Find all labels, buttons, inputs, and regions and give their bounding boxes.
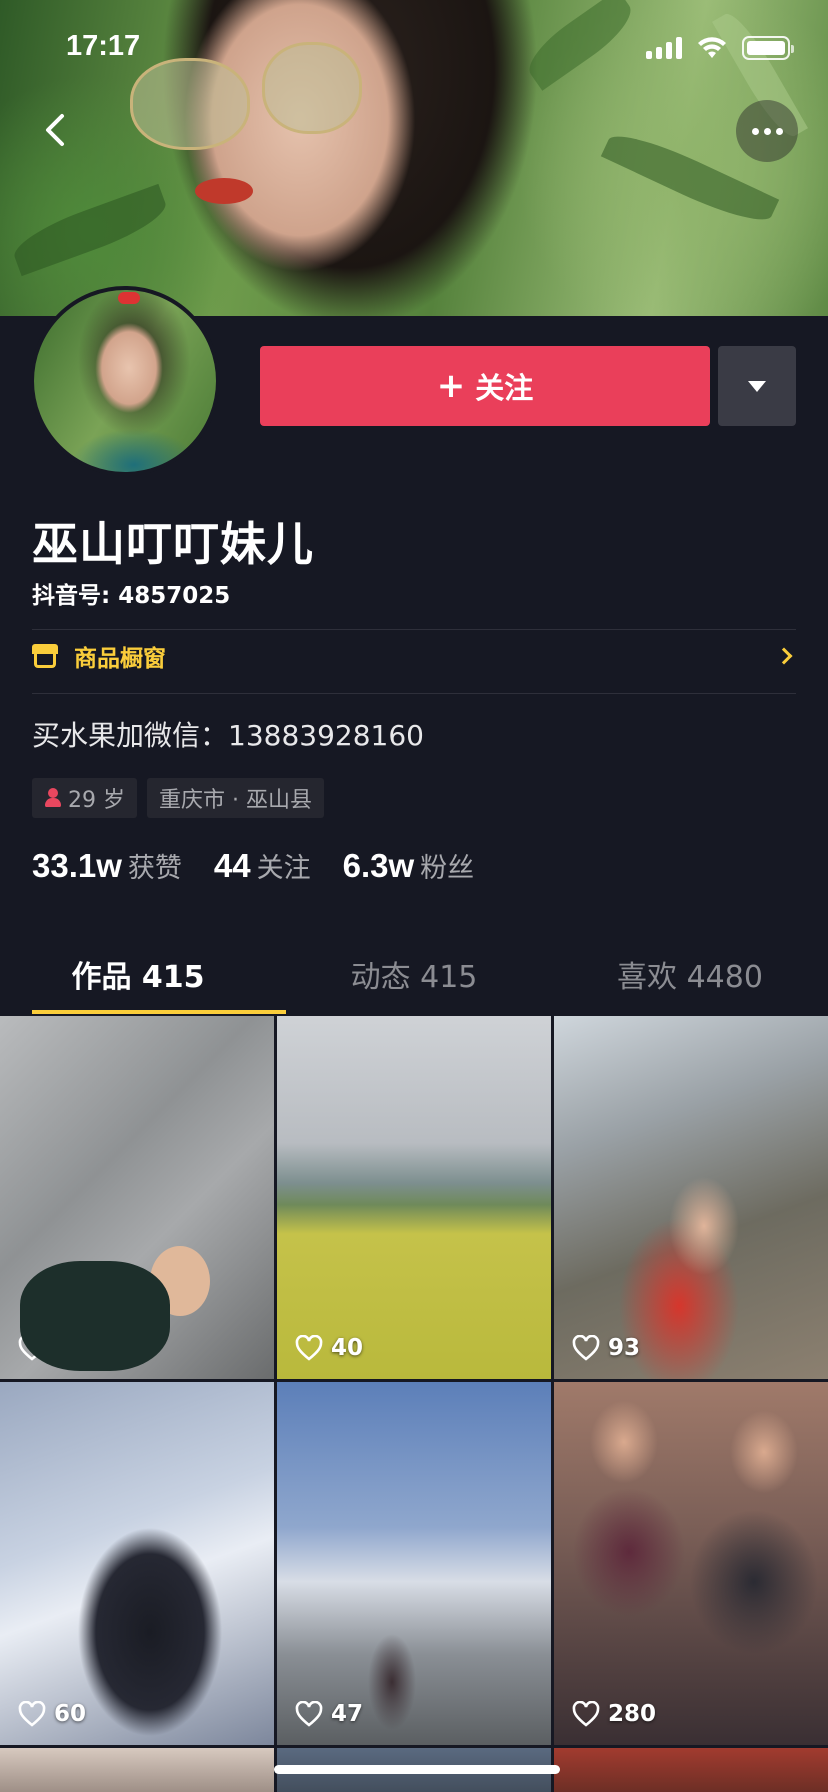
back-button[interactable]: [30, 100, 80, 160]
chevron-left-icon: [46, 114, 64, 146]
profile-section: + 关注 巫山叮叮妹儿 抖音号: 4857025 商品橱窗 买水果加微信：138…: [0, 286, 828, 1016]
like-count: 60: [18, 1701, 86, 1727]
cellular-signal-icon: [646, 37, 682, 59]
more-options-button[interactable]: [736, 100, 798, 162]
video-thumbnail[interactable]: 40: [277, 1016, 551, 1379]
tab-likes[interactable]: 喜欢 4480: [552, 934, 828, 1014]
video-thumbnail[interactable]: 47: [277, 1382, 551, 1745]
store-icon: [32, 644, 58, 668]
recommend-dropdown-button[interactable]: [718, 346, 796, 426]
location-tag: 重庆市 · 巫山县: [147, 778, 324, 818]
profile-stats: 33.1w 获赞 44 关注 6.3w 粉丝: [32, 846, 474, 885]
profile-tabs: 作品 415 动态 415 喜欢 4480: [0, 934, 828, 1014]
like-count: 53: [18, 1335, 86, 1361]
status-time: 17:17: [66, 30, 141, 62]
follow-button[interactable]: + 关注: [260, 346, 710, 426]
profile-name: 巫山叮叮妹儿: [32, 517, 314, 571]
heart-icon: [18, 1335, 46, 1361]
like-count: 93: [572, 1335, 640, 1361]
douyin-id: 抖音号: 4857025: [32, 583, 231, 609]
stat-likes[interactable]: 33.1w 获赞: [32, 846, 182, 885]
shop-label: 商品橱窗: [74, 646, 166, 672]
heart-icon: [572, 1701, 600, 1727]
video-thumbnail[interactable]: [554, 1748, 828, 1792]
profile-cover-image: 17:17: [0, 0, 828, 316]
heart-icon: [295, 1701, 323, 1727]
divider: [32, 693, 796, 694]
video-thumbnail[interactable]: 280: [554, 1382, 828, 1745]
stat-followers[interactable]: 6.3w 粉丝: [343, 846, 475, 885]
video-grid: 53 40 93 60 47 280: [0, 1016, 828, 1792]
wifi-icon: [698, 37, 726, 58]
heart-icon: [572, 1335, 600, 1361]
profile-tags: 29 岁 重庆市 · 巫山县: [32, 778, 324, 818]
heart-icon: [18, 1701, 46, 1727]
video-thumbnail[interactable]: [0, 1748, 274, 1792]
like-count: 47: [295, 1701, 363, 1727]
female-icon: [44, 788, 62, 808]
status-bar: 17:17: [0, 0, 828, 96]
heart-icon: [295, 1335, 323, 1361]
tab-works[interactable]: 作品 415: [0, 934, 286, 1014]
battery-icon: [742, 36, 794, 60]
shop-window-link[interactable]: 商品橱窗: [32, 628, 796, 684]
chevron-right-icon: [775, 647, 793, 665]
profile-bio: 买水果加微信：13883928160: [32, 719, 424, 752]
plus-icon: +: [436, 366, 466, 406]
follow-label: 关注: [475, 371, 534, 405]
tab-activity[interactable]: 动态 415: [276, 934, 552, 1014]
age-tag: 29 岁: [32, 778, 137, 818]
avatar[interactable]: [30, 286, 220, 476]
stat-following[interactable]: 44 关注: [214, 846, 311, 885]
like-count: 280: [572, 1701, 656, 1727]
video-thumbnail[interactable]: 53: [0, 1016, 274, 1379]
home-indicator[interactable]: [274, 1765, 560, 1774]
like-count: 40: [295, 1335, 363, 1361]
video-thumbnail[interactable]: 93: [554, 1016, 828, 1379]
ellipsis-icon: [751, 127, 759, 135]
video-thumbnail[interactable]: 60: [0, 1382, 274, 1745]
